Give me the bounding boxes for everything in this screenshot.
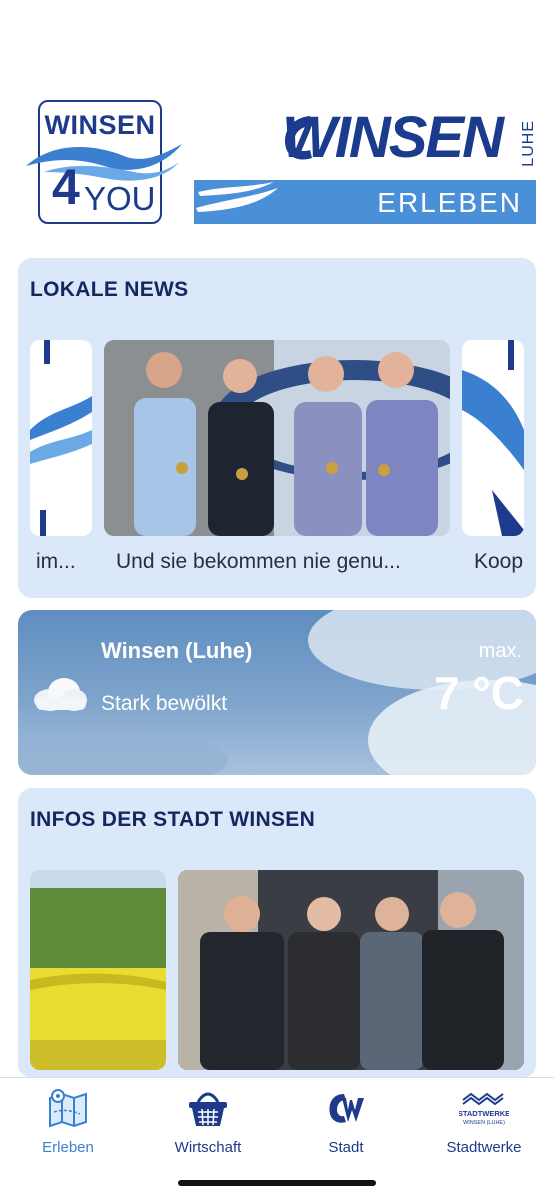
news-caption-1[interactable]: im... [36,550,92,574]
news-image-3 [462,340,524,536]
weather-temperature: 7 °C [434,667,524,719]
local-news-card: LOKALE NEWS im... Und sie bekommen nie g… [18,258,536,598]
logo-luhe: LUHE [520,120,537,167]
news-image-1 [30,340,92,536]
logo-winsen-word: WINSEN [282,105,504,170]
nav-item-stadt[interactable]: Stadt [286,1086,406,1156]
home-indicator[interactable] [178,1180,376,1186]
nav-label-wirtschaft: Wirtschaft [174,1139,242,1156]
cw-logo-icon [329,1094,364,1123]
news-caption-2[interactable]: Und sie bekommen nie genu... [116,550,446,574]
map-icon [49,1089,87,1128]
city-info-card: INFOS DER STADT WINSEN [18,788,536,1078]
nav-label-erleben: Erleben [42,1139,94,1156]
news-image-2 [104,340,450,536]
nav-label-stadtwerke: Stadtwerke [446,1139,522,1156]
basket-icon [189,1092,227,1126]
info-image-field [30,870,166,1070]
info-image-people [178,870,524,1070]
bar-swoosh-icon [196,182,278,212]
nav-label-stadt: Stadt [328,1139,364,1156]
stadtwerke-logo-icon: STADTWERKE WINSEN (LUHE) [458,1092,510,1126]
news-tile-2[interactable] [104,340,450,536]
info-tile-1[interactable] [30,870,166,1070]
logo-you: YOU [84,180,156,217]
winsen4you-logo: WINSEN 4 YOU [26,100,182,224]
weather-city: Winsen (Luhe) [101,638,253,663]
stadtwerke-logo-line1: STADTWERKE [459,1109,509,1118]
cloud-icon [34,678,87,711]
nav-item-stadtwerke[interactable]: STADTWERKE WINSEN (LUHE) Stadtwerke [424,1086,544,1156]
nav-item-wirtschaft[interactable]: Wirtschaft [148,1086,268,1156]
news-tile-3[interactable] [462,340,524,536]
weather-card[interactable]: Winsen (Luhe) Stark bewölkt max. 7 °C [18,610,536,775]
news-title: LOKALE NEWS [30,278,189,301]
wave-icon [26,144,182,181]
nav-item-erleben[interactable]: Erleben [8,1086,128,1156]
infos-title: INFOS DER STADT WINSEN [30,808,316,831]
stadtwerke-logo-line2: WINSEN (LUHE) [463,1120,505,1126]
info-tile-2[interactable] [178,870,524,1070]
erleben-text: ERLEBEN [377,187,522,218]
weather-condition: Stark bewölkt [101,692,228,715]
winsen-luhe-erleben-logo: WINSEN LUHE ERLEBEN [194,100,538,226]
news-tile-1[interactable] [30,340,92,536]
news-caption-3[interactable]: Koop [474,550,524,574]
logo-four: 4 [52,159,80,215]
weather-max-label: max. [478,640,522,662]
